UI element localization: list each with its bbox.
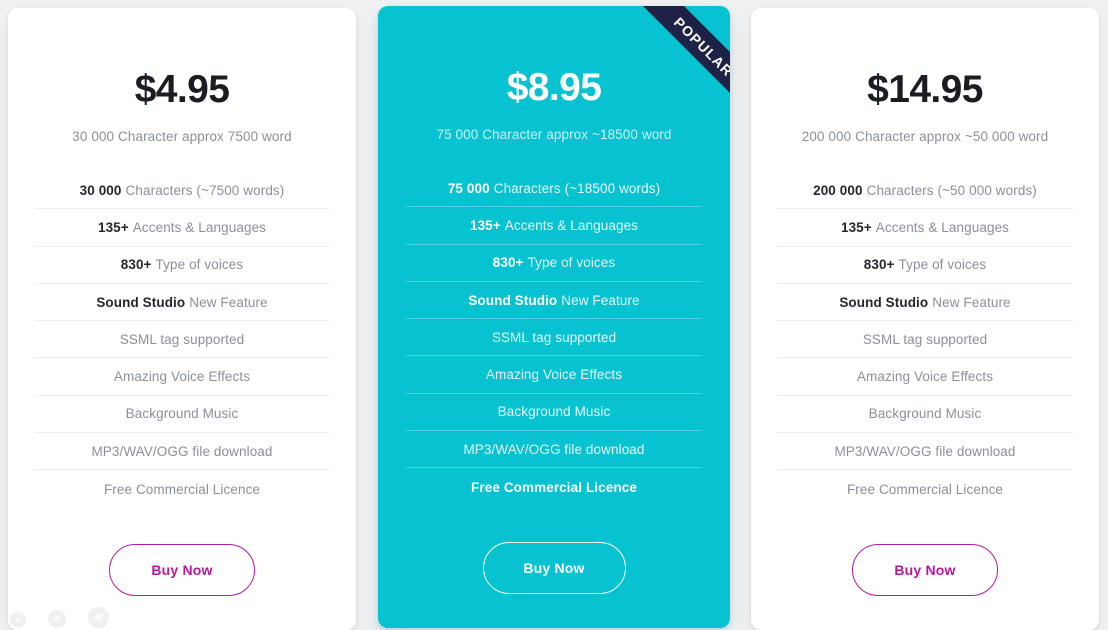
feature-list: 200 000 Characters (~50 000 words) 135+ Acc…: [777, 172, 1073, 508]
pricing-card-popular[interactable]: POPULAR $8.95 75 000 Character approx ~1…: [378, 6, 730, 628]
feature-row: Sound Studio New Feature: [34, 284, 330, 322]
feature-row: Free Commercial Licence: [777, 470, 1073, 507]
feature-row: 135+ Accents & Languages: [406, 207, 702, 245]
feature-label: MP3/WAV/OGG file download: [834, 443, 1016, 459]
feature-label: Amazing Voice Effects: [856, 369, 994, 385]
plan-price: $4.95: [134, 68, 230, 111]
pricing-table: $4.95 30 000 Character approx 7500 word …: [0, 0, 1108, 630]
feature-row: SSML tag supported: [406, 319, 702, 357]
pricing-card-starter[interactable]: $4.95 30 000 Character approx 7500 word …: [8, 8, 356, 630]
feature-label: Background Music: [125, 406, 239, 422]
feature-label: Background Music: [868, 406, 982, 422]
feature-highlight: 830+: [863, 257, 895, 273]
feature-row: 75 000 Characters (~18500 words): [406, 170, 702, 208]
feature-label: Type of voices: [155, 257, 244, 273]
pricing-card-pro[interactable]: $14.95 200 000 Character approx ~50 000 …: [751, 8, 1099, 630]
feature-label: Free Commercial Licence: [471, 479, 637, 495]
feature-highlight: 135+: [840, 219, 872, 235]
feature-label: New Feature: [932, 294, 1011, 310]
feature-row: 135+ Accents & Languages: [777, 209, 1073, 247]
feature-row: Background Music: [406, 394, 702, 432]
feature-highlight: Sound Studio: [96, 294, 186, 310]
plan-subtitle: 30 000 Character approx 7500 word: [72, 129, 292, 144]
feature-highlight: 830+: [492, 255, 524, 271]
feature-label: Type of voices: [527, 255, 616, 271]
feature-label: Amazing Voice Effects: [485, 367, 623, 383]
feature-label: Free Commercial Licence: [103, 481, 261, 497]
feature-label: Characters (~7500 words): [125, 182, 285, 198]
feature-label: New Feature: [189, 294, 268, 310]
feature-label: MP3/WAV/OGG file download: [463, 441, 645, 457]
feature-row: SSML tag supported: [777, 321, 1073, 359]
feature-highlight: 30 000: [79, 182, 122, 198]
buy-now-button[interactable]: Buy Now: [852, 543, 998, 596]
feature-label: SSML tag supported: [491, 329, 617, 345]
feature-row: MP3/WAV/OGG file download: [406, 431, 702, 469]
feature-row: Sound Studio New Feature: [777, 284, 1073, 322]
feature-label: Accents & Languages: [875, 219, 1010, 235]
feature-highlight: 830+: [120, 257, 152, 273]
feature-label: Characters (~50 000 words): [866, 182, 1037, 198]
accessibility-dot-icon[interactable]: [10, 612, 26, 628]
feature-label: Type of voices: [898, 257, 987, 273]
feature-list: 75 000 Characters (~18500 words) 135+ Accen…: [406, 170, 702, 506]
feature-row: Background Music: [34, 396, 330, 434]
feature-label: Free Commercial Licence: [846, 481, 1004, 497]
feature-row: SSML tag supported: [34, 321, 330, 359]
feature-highlight: 135+: [469, 217, 501, 233]
feature-row: Free Commercial Licence: [34, 470, 330, 507]
buy-now-button[interactable]: Buy Now: [482, 541, 626, 594]
feature-label: MP3/WAV/OGG file download: [91, 443, 273, 459]
feature-highlight: 135+: [97, 219, 129, 235]
plan-price: $14.95: [867, 68, 983, 111]
feature-row: MP3/WAV/OGG file download: [777, 433, 1073, 471]
feature-row: 830+ Type of voices: [406, 245, 702, 282]
feature-label: Accents & Languages: [504, 217, 639, 233]
feature-row: Amazing Voice Effects: [777, 358, 1073, 396]
feature-row: Free Commercial Licence: [406, 468, 702, 505]
feature-highlight: Sound Studio: [468, 292, 558, 308]
feature-row: Sound Studio New Feature: [406, 282, 702, 320]
plan-price: $8.95: [506, 66, 602, 109]
feature-label: Amazing Voice Effects: [113, 369, 251, 385]
feature-row: Amazing Voice Effects: [34, 358, 330, 396]
feature-label: Background Music: [497, 404, 611, 420]
feature-row: Background Music: [777, 396, 1073, 434]
feature-row: 830+ Type of voices: [34, 247, 330, 284]
feature-highlight: Sound Studio: [839, 294, 929, 310]
feature-row: 30 000 Characters (~7500 words): [34, 172, 330, 210]
feature-row: Amazing Voice Effects: [406, 356, 702, 394]
plan-subtitle: 200 000 Character approx ~50 000 word: [801, 129, 1049, 144]
feature-row: 830+ Type of voices: [777, 247, 1073, 284]
feature-row: MP3/WAV/OGG file download: [34, 433, 330, 471]
feature-label: SSML tag supported: [119, 331, 245, 347]
feature-highlight: 200 000: [813, 182, 863, 198]
popular-ribbon-label: POPULAR: [615, 6, 730, 135]
buy-now-button[interactable]: Buy Now: [109, 543, 255, 596]
feature-label: New Feature: [561, 292, 640, 308]
feature-label: Accents & Languages: [132, 219, 267, 235]
feature-list: 30 000 Characters (~7500 words) 135+ Accent…: [34, 172, 330, 508]
accessibility-square-dot-icon[interactable]: [88, 607, 109, 628]
feature-row: 200 000 Characters (~50 000 words): [777, 172, 1073, 210]
feature-label: SSML tag supported: [862, 331, 988, 347]
feature-label: Characters (~18500 words): [493, 180, 661, 196]
plan-subtitle: 75 000 Character approx ~18500 word: [436, 127, 672, 142]
feature-row: 135+ Accents & Languages: [34, 209, 330, 247]
feature-highlight: 75 000: [447, 180, 490, 196]
accessibility-dot-icon[interactable]: [48, 610, 66, 628]
accessibility-widget[interactable]: [10, 607, 109, 628]
